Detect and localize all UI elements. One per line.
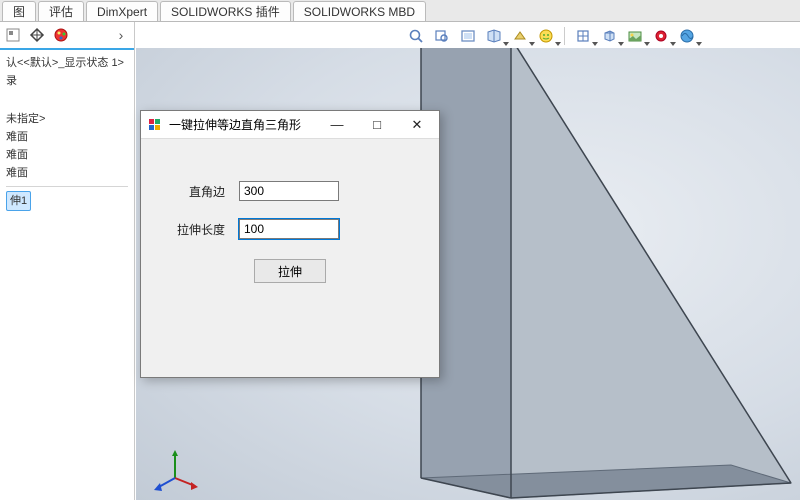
- apply-scene-icon[interactable]: [624, 25, 646, 47]
- render-tools-icon[interactable]: [676, 25, 698, 47]
- panel-tab-row: ›: [0, 22, 134, 50]
- view-settings-icon[interactable]: [650, 25, 672, 47]
- tab-sw-mbd[interactable]: SOLIDWORKS MBD: [293, 1, 426, 21]
- tab-sw-addins[interactable]: SOLIDWORKS 插件: [160, 1, 291, 21]
- tree-plane-node[interactable]: 难面: [6, 164, 128, 182]
- tree-plane-node[interactable]: 难面: [6, 128, 128, 146]
- display-style-icon[interactable]: [509, 25, 531, 47]
- heads-up-toolbar: [405, 23, 796, 49]
- tab-view[interactable]: 图: [2, 1, 36, 21]
- extrude-button[interactable]: 拉伸: [254, 259, 326, 283]
- extrude-length-input[interactable]: [239, 219, 339, 239]
- tree-history-node[interactable]: 录: [6, 72, 128, 90]
- edit-appearance-icon[interactable]: [598, 25, 620, 47]
- tree-config-node[interactable]: 认<<默认>_显示状态 1>: [6, 54, 128, 72]
- tab-dimxpert[interactable]: DimXpert: [86, 1, 158, 21]
- tree-material-node[interactable]: 未指定>: [6, 110, 128, 128]
- previous-view-icon[interactable]: [457, 25, 479, 47]
- section-view-icon[interactable]: [483, 25, 505, 47]
- close-button[interactable]: ✕: [397, 112, 437, 138]
- feature-manager-panel: › 认<<默认>_显示状态 1> 录 未指定> 难面 难面 难面 伸1: [0, 22, 135, 500]
- property-tab-icon[interactable]: [28, 26, 46, 44]
- panel-expand-icon[interactable]: ›: [112, 26, 130, 44]
- extrude-length-label: 拉伸长度: [159, 221, 239, 238]
- feature-tree-tab-icon[interactable]: [4, 26, 22, 44]
- hide-show-icon[interactable]: [535, 25, 557, 47]
- view-orientation-icon[interactable]: [572, 25, 594, 47]
- appearance-tab-icon[interactable]: [52, 26, 70, 44]
- dialog-title-text: 一键拉伸等边直角三角形: [169, 116, 301, 133]
- tree-divider: [6, 186, 128, 187]
- orientation-triad-icon: [151, 446, 199, 494]
- dialog-app-icon: [147, 117, 163, 133]
- right-angle-side-label: 直角边: [159, 183, 239, 200]
- minimize-button[interactable]: —: [317, 112, 357, 138]
- dialog-titlebar[interactable]: 一键拉伸等边直角三角形 — □ ✕: [141, 111, 439, 139]
- tree-extrude-feature[interactable]: 伸1: [6, 191, 128, 211]
- toolbar-separator: [564, 27, 565, 45]
- maximize-button[interactable]: □: [357, 112, 397, 138]
- dialog-body: 直角边 拉伸长度 拉伸: [141, 139, 439, 307]
- zoom-area-icon[interactable]: [431, 25, 453, 47]
- feature-tree: 认<<默认>_显示状态 1> 录 未指定> 难面 难面 难面 伸1: [0, 50, 134, 215]
- right-angle-side-input[interactable]: [239, 181, 339, 201]
- command-manager-tabs: 图 评估 DimXpert SOLIDWORKS 插件 SOLIDWORKS M…: [0, 0, 800, 22]
- zoom-to-fit-icon[interactable]: [405, 25, 427, 47]
- extrude-triangle-dialog: 一键拉伸等边直角三角形 — □ ✕ 直角边 拉伸长度 拉伸: [140, 110, 440, 378]
- tab-evaluate[interactable]: 评估: [38, 1, 84, 21]
- tree-plane-node[interactable]: 难面: [6, 146, 128, 164]
